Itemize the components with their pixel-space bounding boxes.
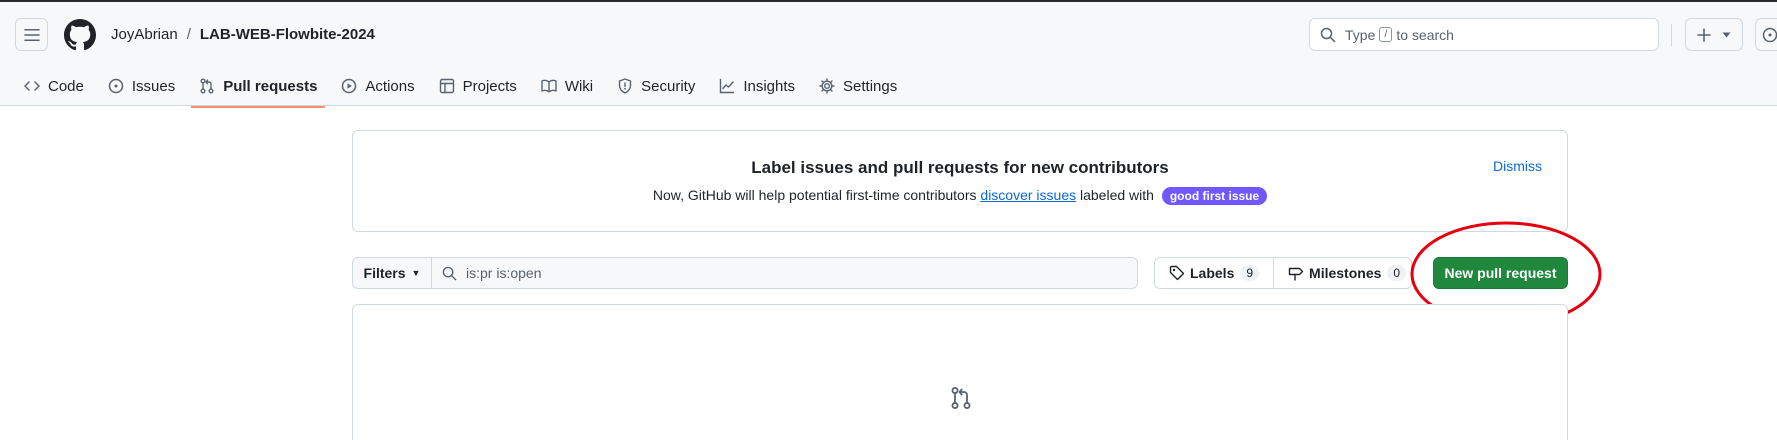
- tab-label: Actions: [365, 77, 415, 95]
- tag-icon: [1169, 265, 1185, 281]
- dismiss-button[interactable]: Dismiss: [1493, 158, 1542, 174]
- issue-opened-icon: [1762, 27, 1777, 42]
- search-shortcut-key: /: [1379, 27, 1393, 42]
- git-pull-request-icon: [200, 78, 214, 94]
- search-icon: [1320, 27, 1336, 42]
- tab-label: Wiki: [564, 77, 594, 95]
- search-placeholder-suffix: to search: [1396, 26, 1454, 43]
- repo-nav: Code Issues Pull requests Actions Projec…: [16, 66, 913, 108]
- tab-label: Projects: [462, 77, 517, 95]
- milestone-icon: [1288, 267, 1304, 281]
- tab-label: Settings: [843, 77, 898, 95]
- app-header: JoyAbrian / LAB-WEB-Flowbite-2024 Type /…: [0, 2, 1777, 108]
- tab-insights[interactable]: Insights: [711, 66, 803, 106]
- issue-opened-icon: [108, 78, 124, 94]
- global-search-input[interactable]: Type / to search: [1309, 18, 1659, 51]
- tab-pull-requests[interactable]: Pull requests: [191, 66, 326, 108]
- banner-text-before: Now, GitHub will help potential first-ti…: [652, 187, 981, 203]
- shield-icon: [618, 78, 632, 94]
- breadcrumb: JoyAbrian / LAB-WEB-Flowbite-2024: [111, 26, 375, 43]
- search-icon: [442, 266, 457, 280]
- labels-count: 9: [1240, 265, 1260, 281]
- filter-query-value: is:pr is:open: [466, 265, 542, 281]
- labels-label: Labels: [1190, 265, 1235, 281]
- tab-security[interactable]: Security: [609, 66, 703, 106]
- repo-owner-link[interactable]: JoyAbrian: [111, 26, 178, 43]
- your-issues-button[interactable]: [1755, 18, 1777, 51]
- pull-requests-list: [352, 304, 1568, 440]
- tab-label: Issues: [131, 77, 176, 95]
- filters-dropdown-button[interactable]: Filters ▼: [352, 257, 432, 289]
- git-pull-request-icon: [951, 387, 971, 409]
- good-first-issue-label[interactable]: good first issue: [1161, 187, 1268, 205]
- caret-down-icon: ▼: [411, 268, 421, 278]
- filters-label: Filters: [363, 265, 406, 281]
- tab-label: Pull requests: [223, 77, 318, 95]
- tab-issues[interactable]: Issues: [100, 66, 183, 106]
- tab-label: Insights: [743, 77, 796, 95]
- filters-bar: Filters ▼ is:pr is:open: [352, 257, 1138, 289]
- plus-icon: [1697, 27, 1711, 42]
- repo-name-link[interactable]: LAB-WEB-Flowbite-2024: [200, 26, 375, 43]
- book-icon: [541, 79, 557, 93]
- create-new-button[interactable]: [1685, 18, 1743, 51]
- graph-icon: [720, 78, 735, 94]
- play-icon: [342, 78, 357, 94]
- tab-label: Code: [48, 77, 84, 95]
- caret-down-icon: [1722, 32, 1731, 37]
- contributors-banner: Label issues and pull requests for new c…: [352, 130, 1568, 232]
- labels-milestones-group: Labels 9 Milestones 0: [1154, 257, 1412, 289]
- github-logo-icon[interactable]: [64, 19, 96, 51]
- gear-icon: [819, 78, 835, 94]
- table-icon: [439, 78, 454, 94]
- code-icon: [24, 81, 40, 91]
- milestones-label: Milestones: [1309, 265, 1382, 281]
- new-pull-request-button[interactable]: New pull request: [1433, 257, 1568, 289]
- tab-wiki[interactable]: Wiki: [533, 66, 601, 106]
- filter-search-input[interactable]: is:pr is:open: [432, 257, 1138, 289]
- milestones-count: 0: [1387, 265, 1407, 281]
- banner-title: Label issues and pull requests for new c…: [751, 158, 1169, 177]
- banner-text-after: labeled with: [1076, 187, 1158, 203]
- milestones-button[interactable]: Milestones 0: [1273, 258, 1420, 288]
- tab-actions[interactable]: Actions: [333, 66, 422, 106]
- header-divider: [1671, 24, 1672, 46]
- tab-label: Security: [641, 77, 696, 95]
- search-placeholder-prefix: Type: [1345, 26, 1376, 43]
- labels-button[interactable]: Labels 9: [1155, 258, 1273, 288]
- hamburger-icon: [23, 28, 40, 41]
- banner-text: Now, GitHub will help potential first-ti…: [353, 187, 1567, 205]
- menu-button[interactable]: [15, 18, 48, 51]
- tab-projects[interactable]: Projects: [431, 66, 525, 106]
- breadcrumb-separator: /: [186, 26, 191, 43]
- tab-code[interactable]: Code: [16, 66, 92, 106]
- discover-issues-link[interactable]: discover issues: [980, 187, 1076, 203]
- tab-settings[interactable]: Settings: [811, 66, 905, 106]
